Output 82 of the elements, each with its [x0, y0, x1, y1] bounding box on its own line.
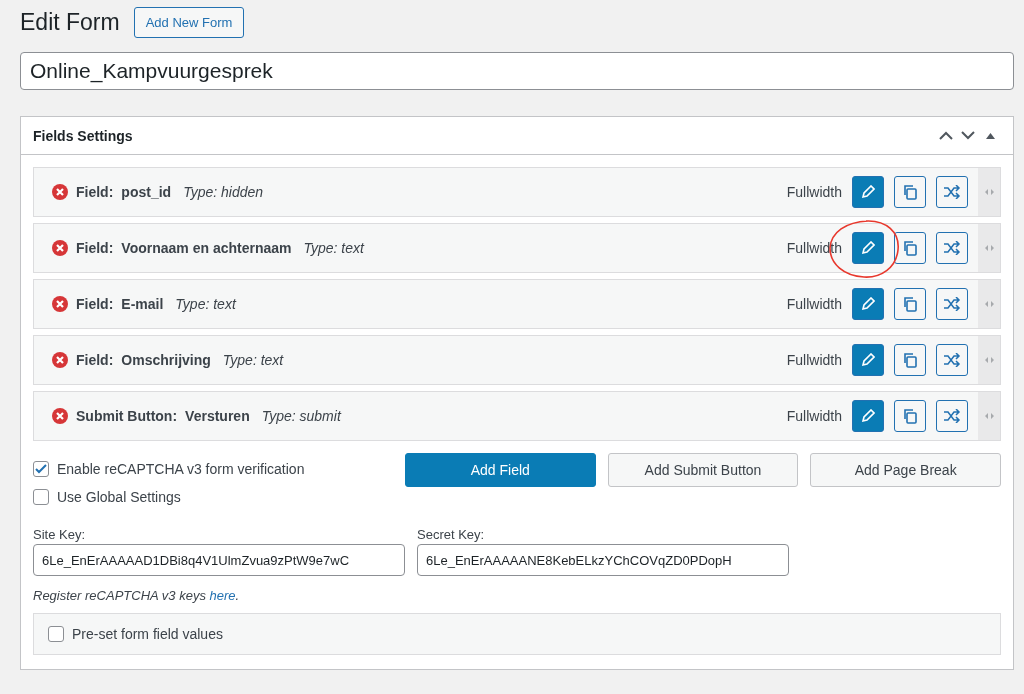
shuffle-icon [943, 297, 961, 311]
field-name: post_id [121, 184, 172, 200]
key-label: Secret Key: [417, 527, 486, 542]
field-type: Type: text [303, 240, 364, 256]
shuffle-button[interactable] [936, 176, 968, 208]
copy-icon [902, 408, 918, 424]
shuffle-icon [943, 409, 961, 423]
form-title-input[interactable]: Online_Kampvuurgesprek [20, 52, 1014, 90]
pencil-icon [861, 185, 875, 199]
field-width-label: Fullwidth [786, 352, 842, 368]
duplicate-button[interactable] [894, 344, 926, 376]
pencil-icon [861, 353, 875, 367]
resize-handle[interactable] [978, 336, 1000, 384]
field-row[interactable]: Field: post_id Type: hidden Fullwidth [33, 167, 1001, 217]
copy-icon [902, 296, 918, 312]
resize-handle[interactable] [978, 280, 1000, 328]
duplicate-button[interactable] [894, 232, 926, 264]
field-prefix: Field: [76, 352, 114, 368]
edit-button[interactable] [852, 232, 884, 264]
pencil-icon [861, 241, 875, 255]
resize-handle[interactable] [978, 168, 1000, 216]
edit-button[interactable] [852, 400, 884, 432]
copy-icon [902, 240, 918, 256]
field-name: Omschrijving [121, 352, 211, 368]
add-button[interactable]: Add Page Break [810, 453, 1001, 487]
field-name: Versturen [185, 408, 250, 424]
error-icon[interactable] [52, 408, 68, 424]
option-label: Enable reCAPTCHA v3 form verification [57, 461, 305, 477]
field-name: Voornaam en achternaam [121, 240, 292, 256]
page-title: Edit Form [20, 8, 120, 36]
field-type: Type: hidden [183, 184, 264, 200]
field-prefix: Submit Button: [76, 408, 178, 424]
shuffle-button[interactable] [936, 400, 968, 432]
add-new-form-button[interactable]: Add New Form [133, 6, 245, 38]
checkbox[interactable] [33, 489, 49, 505]
shuffle-button[interactable] [936, 288, 968, 320]
error-icon[interactable] [52, 352, 68, 368]
duplicate-button[interactable] [894, 176, 926, 208]
key-input[interactable]: 6Le_EnErAAAAAD1DBi8q4V1UlmZvua9zPtW9e7wC [33, 544, 405, 576]
field-type: Type: text [222, 352, 284, 368]
field-width-label: Fullwidth [786, 184, 842, 200]
field-type: Type: submit [261, 408, 341, 424]
duplicate-button[interactable] [894, 400, 926, 432]
option-label: Pre-set form field values [72, 626, 223, 642]
field-row[interactable]: Field: E-mail Type: text Fullwidth [33, 279, 1001, 329]
shuffle-icon [943, 185, 961, 199]
edit-button[interactable] [852, 288, 884, 320]
resize-handle[interactable] [978, 392, 1000, 440]
error-icon[interactable] [52, 240, 68, 256]
panel-title: Fields Settings [33, 127, 134, 144]
key-label: Site Key: [33, 527, 87, 542]
register-note: Register reCAPTCHA v3 keys here. [33, 588, 241, 603]
add-button[interactable]: Add Submit Button [607, 453, 799, 487]
copy-icon [902, 352, 918, 368]
checkbox[interactable] [33, 461, 49, 477]
key-input[interactable]: 6Le_EnErAAAAANE8KebELkzYChCOVqZD0PDopH [417, 544, 789, 576]
add-button[interactable]: Add Field [405, 453, 596, 487]
shuffle-button[interactable] [936, 232, 968, 264]
field-name: E-mail [121, 296, 164, 312]
error-icon[interactable] [52, 184, 68, 200]
shuffle-icon [943, 241, 961, 255]
resize-handle[interactable] [978, 224, 1000, 272]
field-row[interactable]: Submit Button: Versturen Type: submit Fullwidth [33, 391, 1001, 441]
field-width-label: Fullwidth [786, 408, 842, 424]
field-prefix: Field: [76, 184, 114, 200]
shuffle-button[interactable] [936, 344, 968, 376]
field-prefix: Field: [76, 296, 114, 312]
edit-button[interactable] [852, 176, 884, 208]
field-row[interactable]: Field: Omschrijving Type: text Fullwidth [33, 335, 1001, 385]
pencil-icon [861, 409, 875, 423]
field-prefix: Field: [76, 240, 114, 256]
here-link[interactable]: here [209, 588, 236, 603]
edit-button[interactable] [852, 344, 884, 376]
error-icon[interactable] [52, 296, 68, 312]
pencil-icon [861, 297, 875, 311]
shuffle-icon [943, 353, 961, 367]
option-label: Use Global Settings [57, 489, 181, 505]
duplicate-button[interactable] [894, 288, 926, 320]
field-type: Type: text [175, 296, 236, 312]
field-width-label: Fullwidth [786, 296, 842, 312]
copy-icon [902, 184, 918, 200]
checkbox[interactable] [48, 626, 64, 642]
